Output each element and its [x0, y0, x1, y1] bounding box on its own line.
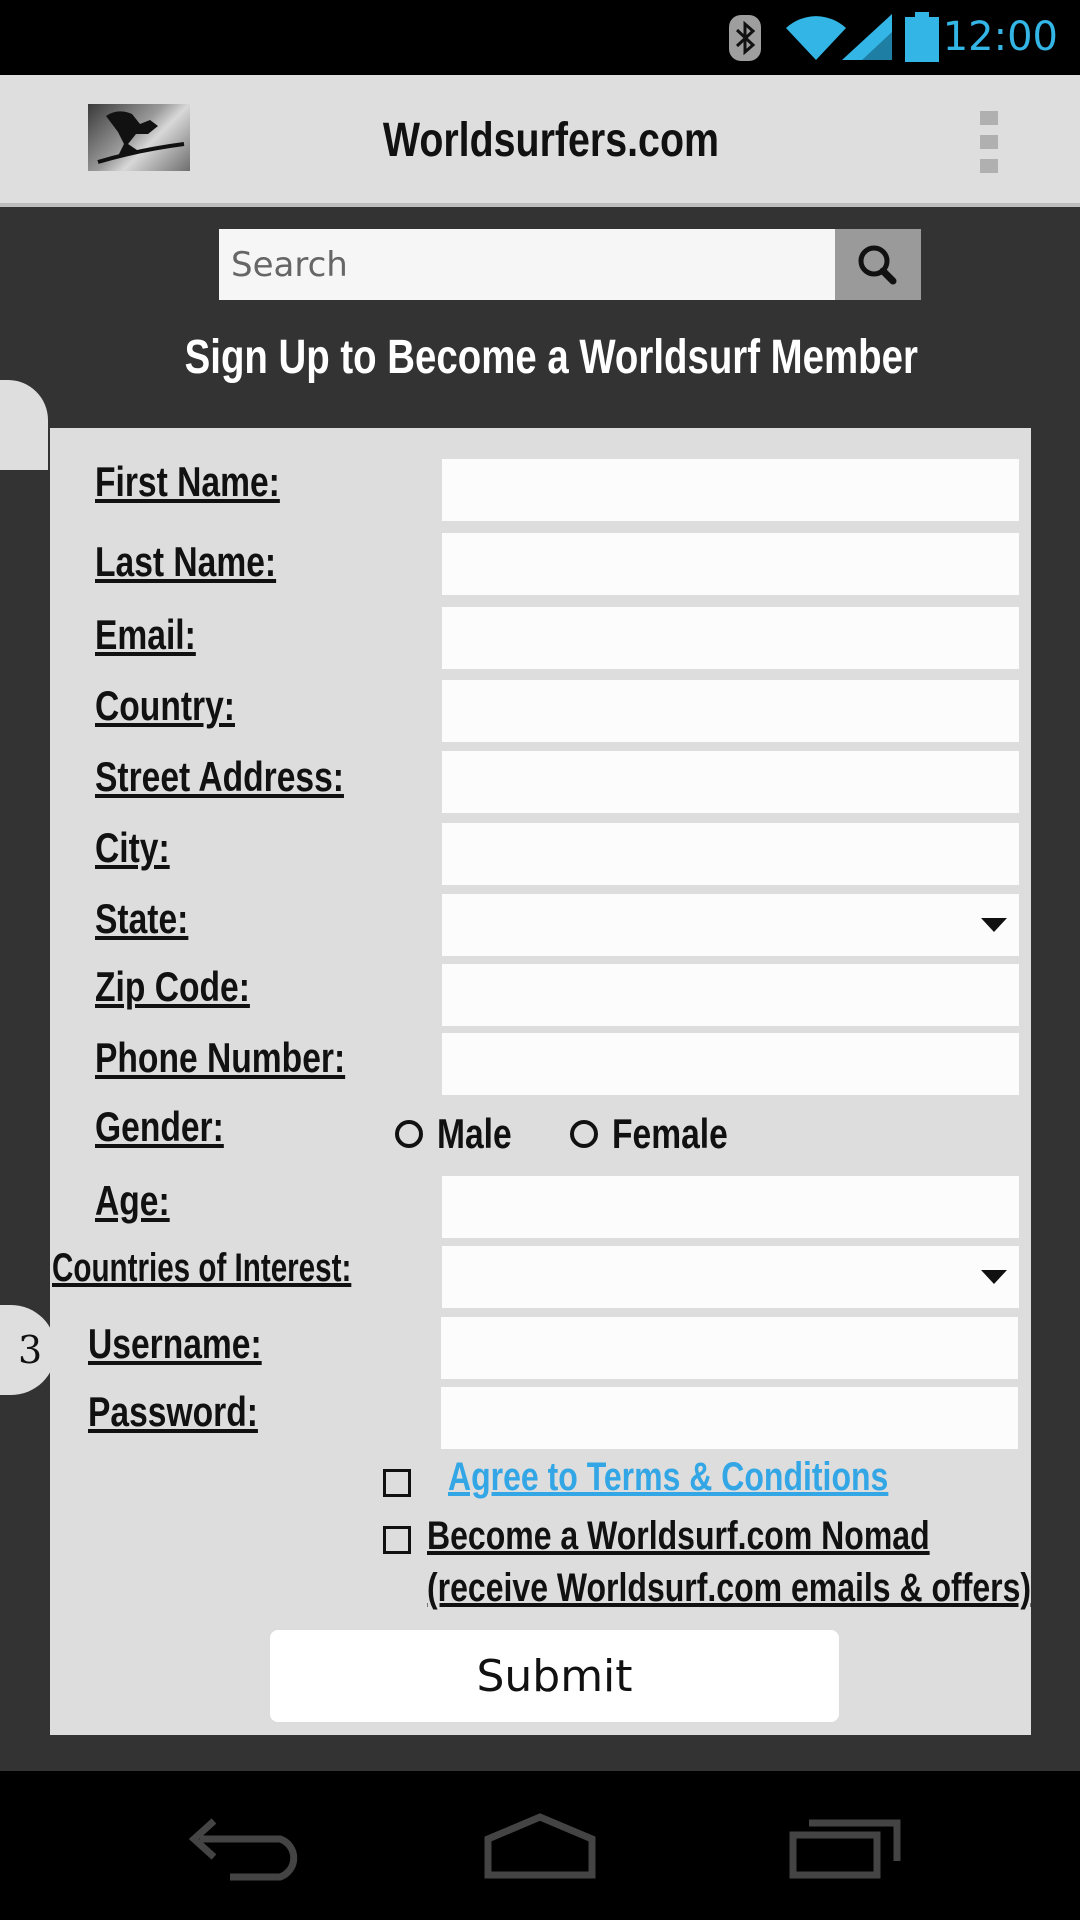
side-page-number: 3 — [18, 1328, 43, 1372]
signup-form: First Name: Last Name: Email: Country: S… — [50, 428, 1031, 1735]
bluetooth-icon — [729, 15, 761, 61]
radio-circle-icon — [570, 1120, 598, 1148]
clock: 12:00 — [942, 14, 1058, 60]
city-input[interactable] — [442, 823, 1019, 885]
first-name-label: First Name: — [95, 458, 280, 505]
radio-circle-icon — [395, 1120, 423, 1148]
wifi-icon — [786, 16, 846, 60]
street-address-input[interactable] — [442, 751, 1019, 813]
email-input[interactable] — [442, 607, 1019, 669]
country-input[interactable] — [442, 680, 1019, 742]
countries-of-interest-select[interactable] — [442, 1246, 1019, 1308]
nomad-label-line2: (receive Worldsurf.com emails & offers) — [427, 1566, 1032, 1610]
battery-icon — [905, 12, 939, 62]
app-title: Worldsurfers.com — [382, 114, 720, 167]
recent-apps-icon[interactable] — [785, 1811, 905, 1881]
search-button[interactable] — [835, 229, 921, 300]
email-label: Email: — [95, 611, 196, 658]
terms-link[interactable]: Agree to Terms & Conditions — [448, 1455, 888, 1500]
gender-male-radio[interactable]: Male — [395, 1110, 530, 1158]
left-edge-tab-top — [0, 380, 48, 470]
phone-number-label: Phone Number: — [95, 1034, 346, 1081]
status-bar: 12:00 — [0, 0, 1080, 75]
overflow-menu-icon[interactable] — [978, 111, 1002, 173]
chevron-down-icon — [981, 1270, 1007, 1284]
username-input[interactable] — [441, 1317, 1018, 1379]
countries-of-interest-label: Countries of Interest: — [52, 1246, 352, 1290]
username-label: Username: — [88, 1320, 262, 1367]
page-heading: Sign Up to Become a Worldsurf Member — [184, 331, 918, 384]
last-name-input[interactable] — [442, 533, 1019, 595]
last-name-label: Last Name: — [95, 538, 277, 585]
first-name-input[interactable] — [442, 459, 1019, 521]
search-icon — [858, 245, 897, 285]
nomad-label-line1: Become a Worldsurf.com Nomad — [427, 1514, 930, 1558]
country-label: Country: — [95, 682, 235, 729]
gender-label: Gender: — [95, 1103, 224, 1150]
street-address-label: Street Address: — [95, 753, 344, 800]
submit-button[interactable]: Submit — [270, 1630, 839, 1722]
nomad-checkbox[interactable] — [383, 1526, 411, 1554]
left-edge-tab-bottom[interactable]: 3 — [0, 1305, 56, 1395]
back-icon[interactable] — [180, 1811, 300, 1881]
age-label: Age: — [95, 1177, 170, 1224]
password-input[interactable] — [441, 1387, 1018, 1449]
phone-number-input[interactable] — [442, 1033, 1019, 1095]
navigation-bar — [0, 1771, 1080, 1920]
app-bar: Worldsurfers.com — [0, 75, 1080, 207]
age-input[interactable] — [442, 1176, 1019, 1238]
state-select[interactable] — [442, 894, 1019, 956]
terms-checkbox[interactable] — [383, 1469, 411, 1497]
gender-female-radio[interactable]: Female — [570, 1110, 757, 1158]
zip-code-label: Zip Code: — [95, 963, 250, 1010]
chevron-down-icon — [981, 918, 1007, 932]
gender-male-label: Male — [437, 1110, 512, 1157]
state-label: State: — [95, 895, 189, 942]
city-label: City: — [95, 824, 170, 871]
password-label: Password: — [88, 1388, 258, 1435]
signal-icon — [842, 14, 892, 60]
gender-female-label: Female — [612, 1110, 728, 1157]
zip-code-input[interactable] — [442, 964, 1019, 1026]
search-input[interactable] — [219, 229, 835, 300]
home-icon[interactable] — [480, 1811, 600, 1881]
